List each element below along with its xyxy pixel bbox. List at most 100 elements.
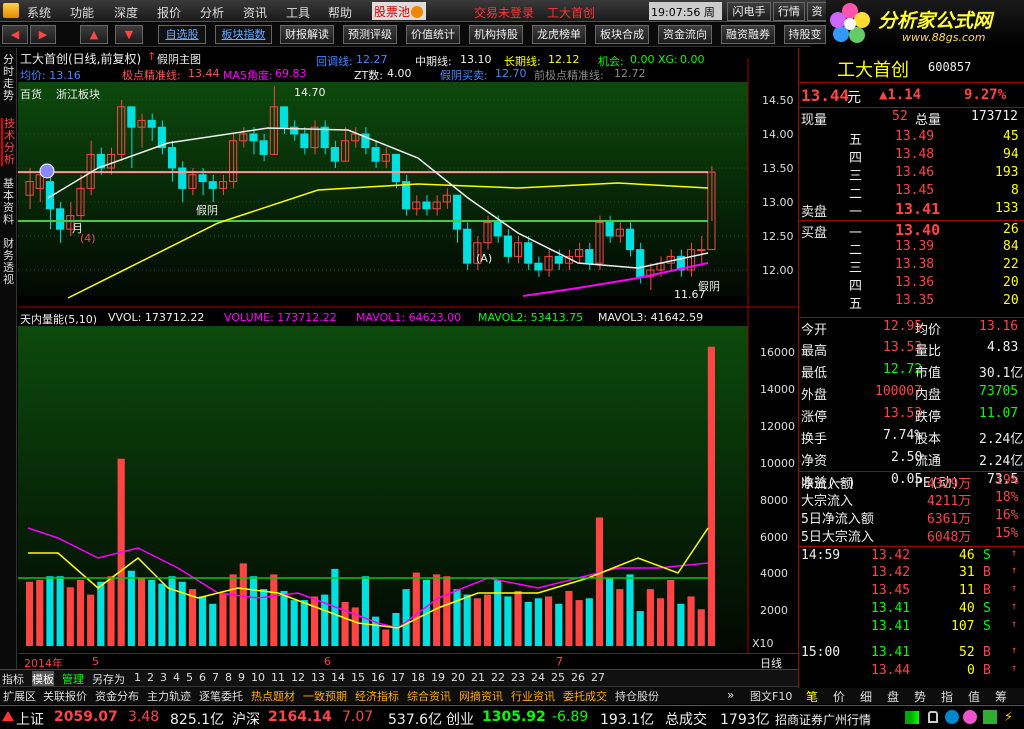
extension-tab[interactable]: 综合资讯 — [407, 688, 451, 704]
self-select-button[interactable]: 自选股 — [158, 25, 206, 44]
tab-basic-info[interactable]: 基本资料 — [1, 178, 16, 226]
nav-prev-button[interactable]: ◀ — [2, 25, 28, 44]
menu-depth[interactable]: 深度 — [114, 4, 138, 21]
indicator-tab[interactable]: 另存为 — [92, 671, 125, 687]
login-status[interactable]: 交易未登录 — [474, 4, 534, 21]
extension-tab[interactable]: 网摘资讯 — [459, 688, 503, 704]
tab-intraday[interactable]: 分时走势 — [1, 54, 16, 102]
indicator-tab[interactable]: 10 — [251, 671, 265, 684]
menu-system[interactable]: 系统 — [27, 4, 51, 21]
quote-cell: 13.38 — [895, 257, 935, 272]
chart-area[interactable]: 工大首创(日线,前复权) ↑ 假阴主图 回调线: 12.27 中期线: 13.1… — [18, 48, 798, 656]
indicator-tab[interactable]: 19 — [431, 671, 445, 684]
toolbar-button-8[interactable]: 融资融券 — [721, 25, 775, 44]
menu-help[interactable]: 帮助 — [328, 4, 352, 21]
indicator-tab[interactable]: 12 — [291, 671, 305, 684]
extension-tab[interactable]: 一致预期 — [303, 688, 347, 704]
indicator-tab[interactable]: 2 — [147, 671, 154, 684]
right-panel-tab[interactable]: 值 — [968, 688, 980, 705]
extension-tab[interactable]: 主力轨迹 — [147, 688, 191, 704]
f10-button[interactable]: 图文F10 — [750, 688, 792, 704]
volume-bar — [697, 609, 705, 646]
indicator-tab[interactable]: 8 — [225, 671, 232, 684]
now-vol: 52 — [892, 109, 908, 124]
indicator-tab[interactable]: 15 — [351, 671, 365, 684]
stock-pool-button[interactable]: 股票池 — [372, 2, 426, 20]
extension-tab[interactable]: 经济指标 — [355, 688, 399, 704]
chart-canvas[interactable] — [18, 48, 798, 656]
indicator-tab[interactable]: 指标 — [2, 671, 24, 687]
right-panel-tab[interactable]: 筹 — [995, 688, 1007, 705]
flash-trade-button[interactable]: 闪电手 — [727, 2, 771, 21]
indicator-tab[interactable]: 9 — [238, 671, 245, 684]
toolbar-button-2[interactable]: 预测评级 — [343, 25, 397, 44]
toolbar-button-6[interactable]: 板块合成 — [595, 25, 649, 44]
indicator-tab[interactable]: 7 — [212, 671, 219, 684]
quote-cell: 22 — [1003, 257, 1019, 272]
indicator-tab[interactable]: 4 — [173, 671, 180, 684]
stock-pool-label: 股票池 — [374, 5, 411, 19]
menu-info[interactable]: 资讯 — [243, 4, 267, 21]
toolbar-button-5[interactable]: 龙虎榜单 — [532, 25, 586, 44]
indicator-tab[interactable]: 23 — [511, 671, 525, 684]
indicator-tab[interactable]: 18 — [411, 671, 425, 684]
extension-tab[interactable]: 持仓股份 — [615, 688, 659, 704]
right-panel-tab[interactable]: 笔 — [806, 688, 818, 705]
toolbar-button-4[interactable]: 机构持股 — [469, 25, 523, 44]
indicator-tab[interactable]: 22 — [491, 671, 505, 684]
indicator-tab[interactable]: 17 — [391, 671, 405, 684]
extension-tab[interactable]: 委托成交 — [563, 688, 607, 704]
info-button[interactable]: 资 — [807, 2, 827, 21]
right-panel-tab[interactable]: 价 — [833, 688, 845, 705]
indicator-tab[interactable]: 14 — [331, 671, 345, 684]
right-panel-tab[interactable]: 盘 — [887, 688, 899, 705]
price-tick-6: 12.00 — [762, 264, 794, 277]
indicator-tab[interactable]: 管理 — [62, 671, 84, 687]
indicator-tab[interactable]: 26 — [571, 671, 585, 684]
toolbar-button-9[interactable]: 持股变 — [784, 25, 826, 44]
extension-tab[interactable]: 关联报价 — [43, 688, 87, 704]
nav-down-button[interactable]: ▼ — [115, 25, 143, 44]
indicator-tab[interactable]: 21 — [471, 671, 485, 684]
indicator-tab[interactable]: 13 — [311, 671, 325, 684]
ma5-angle-value: 69.83 — [275, 67, 307, 80]
indicator-tab[interactable]: 27 — [591, 671, 605, 684]
quote-cell: 13.42 — [871, 548, 911, 563]
indicator-tab[interactable]: 5 — [186, 671, 193, 684]
toolbar-button-3[interactable]: 价值统计 — [406, 25, 460, 44]
menu-tools[interactable]: 工具 — [286, 4, 310, 21]
main-formula[interactable]: 假阴主图 — [157, 51, 201, 67]
indicator-tab[interactable]: 1 — [134, 671, 141, 684]
nav-next-button[interactable]: ▶ — [30, 25, 56, 44]
right-panel-tab[interactable]: 指 — [941, 688, 953, 705]
more-arrows-icon[interactable]: » — [727, 688, 734, 702]
indicator-tab[interactable]: 模板 — [32, 671, 54, 687]
volume-indicator-name[interactable]: 天内量能(5,10) — [20, 311, 97, 327]
block-index-button[interactable]: 板块指数 — [215, 25, 272, 44]
extension-tab[interactable]: 扩展区 — [3, 688, 36, 704]
extension-tab[interactable]: 资金分布 — [95, 688, 139, 704]
right-panel-tab[interactable]: 势 — [914, 688, 926, 705]
extension-tab[interactable]: 行业资讯 — [511, 688, 555, 704]
indicator-tab[interactable]: 24 — [531, 671, 545, 684]
indicator-tab[interactable]: 25 — [551, 671, 565, 684]
nav-up-button[interactable]: ▲ — [80, 25, 108, 44]
indicator-tab[interactable]: 16 — [371, 671, 385, 684]
clock-time: 19:07:56 — [651, 6, 701, 19]
tab-technical[interactable]: 技术分析 — [1, 118, 16, 166]
quote-cell: 8 — [1011, 183, 1019, 198]
menu-function[interactable]: 功能 — [70, 4, 94, 21]
extension-tab[interactable]: 热点题材 — [251, 688, 295, 704]
quote-button[interactable]: 行情 — [773, 2, 805, 21]
extension-tab[interactable]: 逐笔委托 — [199, 688, 243, 704]
toolbar-button-7[interactable]: 资金流向 — [658, 25, 712, 44]
indicator-tab[interactable]: 11 — [271, 671, 285, 684]
indicator-tab[interactable]: 6 — [199, 671, 206, 684]
indicator-tab[interactable]: 3 — [160, 671, 167, 684]
menu-quote[interactable]: 报价 — [157, 4, 181, 21]
tab-finance[interactable]: 财务透视 — [1, 238, 16, 286]
right-panel-tab[interactable]: 细 — [860, 688, 872, 705]
toolbar-button-1[interactable]: 财报解读 — [280, 25, 334, 44]
menu-analysis[interactable]: 分析 — [200, 4, 224, 21]
indicator-tab[interactable]: 20 — [451, 671, 465, 684]
